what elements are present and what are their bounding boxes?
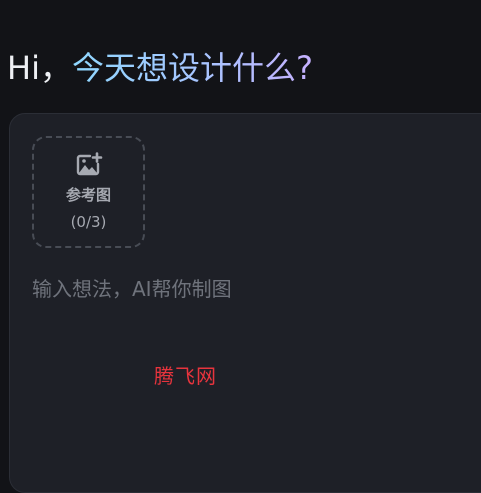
prompt-input[interactable] (32, 274, 472, 304)
prompt-panel: 参考图 (0/3) 腾飞网 (9, 113, 481, 493)
reference-image-upload-button[interactable]: 参考图 (0/3) (32, 136, 145, 248)
reference-image-count: (0/3) (70, 213, 107, 231)
reference-image-label: 参考图 (65, 186, 111, 204)
greeting-question: 今天想设计什么? (71, 49, 313, 87)
page-title: Hi，今天想设计什么? (7, 48, 313, 88)
greeting-hi: Hi， (7, 49, 72, 87)
image-add-icon (76, 152, 102, 176)
watermark: 腾飞网 (154, 364, 217, 388)
